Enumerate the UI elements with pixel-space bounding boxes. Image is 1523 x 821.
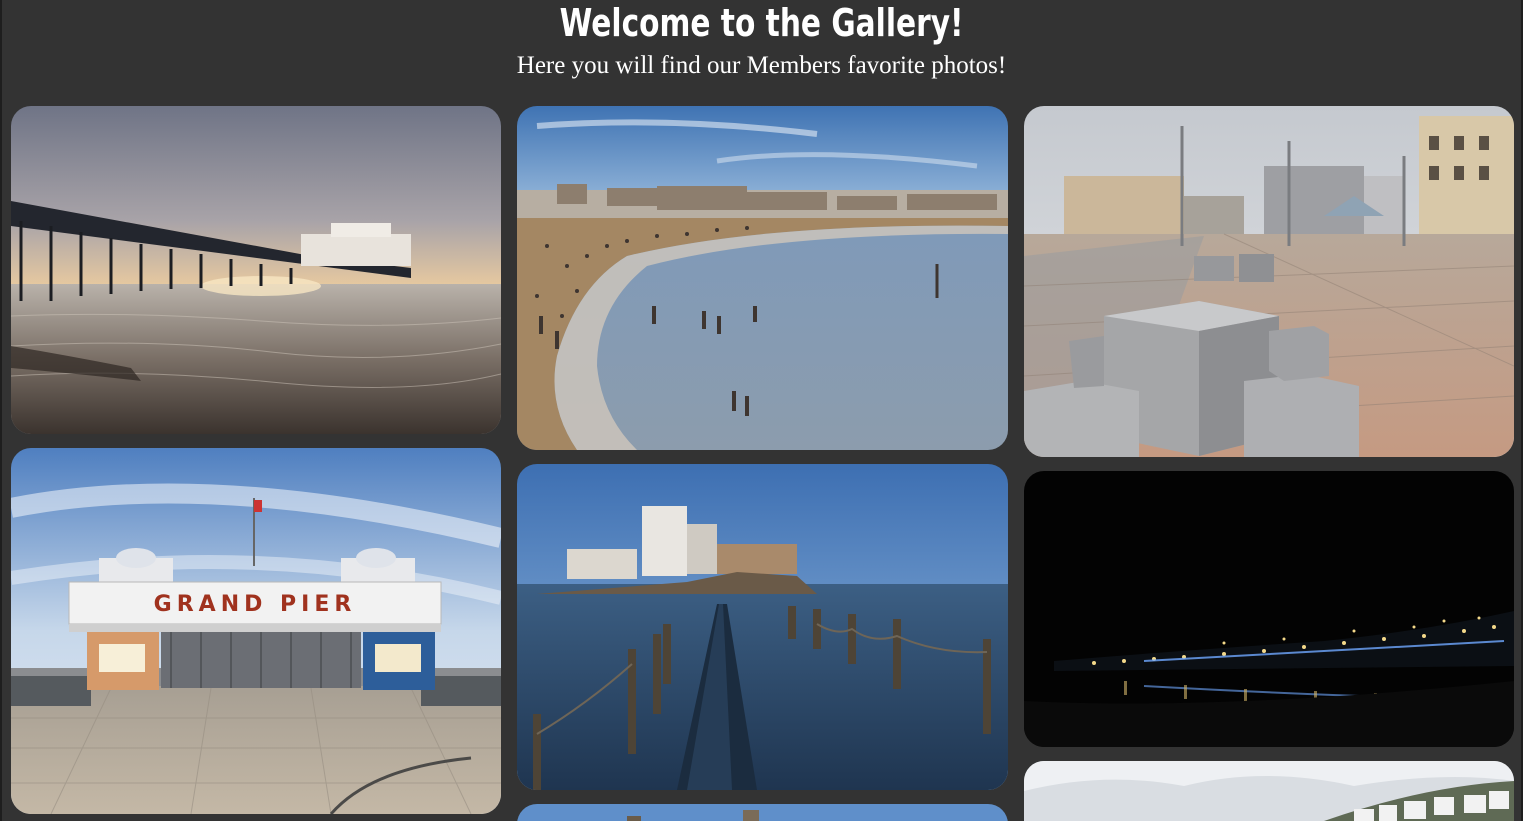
crowded-beach-photo[interactable] <box>517 106 1008 450</box>
partial-bottom-photo[interactable] <box>517 804 1008 821</box>
page-subtitle: Here you will find our Members favorite … <box>516 52 1007 79</box>
grand-pier-sign: GRAND PIER <box>154 592 357 617</box>
grand-pier-entrance-photo[interactable]: GRAND PIER <box>11 448 501 814</box>
pier-at-sunset-photo[interactable] <box>11 106 501 434</box>
causeway-to-island-photo[interactable] <box>517 464 1008 790</box>
page-title: Welcome to the Gallery! <box>559 1 964 45</box>
hillside-town-photo[interactable] <box>1024 761 1514 821</box>
promenade-stone-cubes-photo[interactable] <box>1024 106 1514 457</box>
seafront-at-night-photo[interactable] <box>1024 471 1514 747</box>
